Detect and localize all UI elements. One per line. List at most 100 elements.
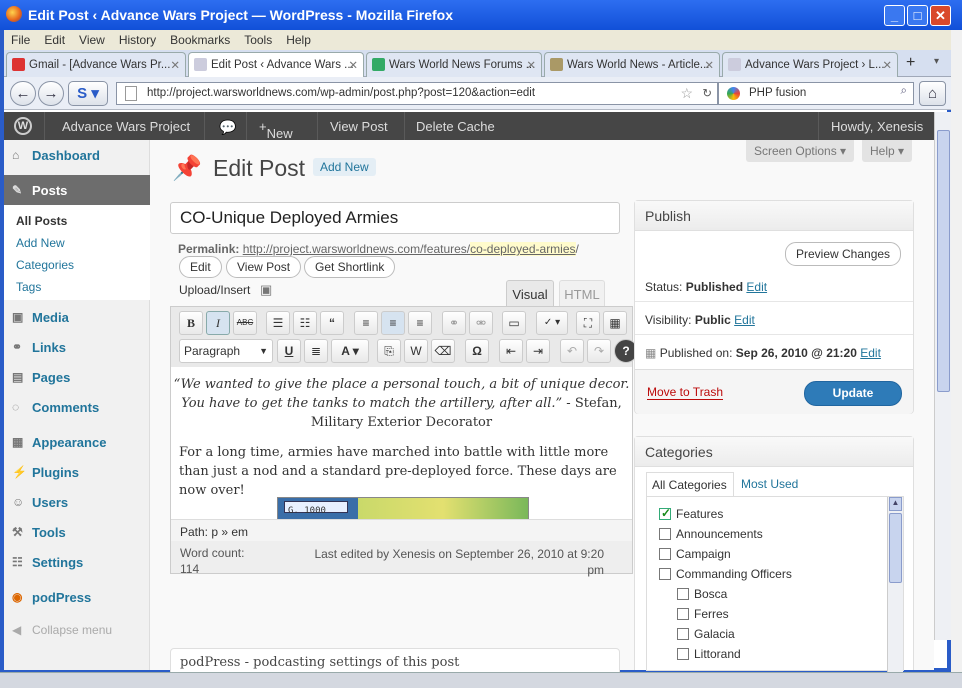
skype-icon[interactable]: S ▾ <box>68 81 108 106</box>
checkbox-checked[interactable]: ✓ <box>659 506 671 520</box>
checkbox[interactable] <box>677 608 689 620</box>
sidebar-sub-tags[interactable]: Tags <box>16 280 41 294</box>
sidebar-item-posts[interactable]: ✎ Posts <box>4 175 150 205</box>
category-ferres[interactable]: Ferres <box>677 607 729 621</box>
search-bar[interactable]: PHP fusion ⌕ <box>718 82 914 105</box>
underline-button[interactable]: U <box>277 339 301 363</box>
sidebar-item-users[interactable]: ☺ Users <box>4 487 150 517</box>
insert-more-icon[interactable]: ▭ <box>502 311 526 335</box>
bold-button[interactable]: B <box>179 311 203 335</box>
editor-content[interactable]: “We wanted to give the place a personal … <box>171 367 632 519</box>
sidebar-sub-add-new[interactable]: Add New <box>16 236 65 250</box>
category-scrollbar[interactable]: ▲ <box>887 497 903 672</box>
close-tab-icon[interactable]: ✕ <box>348 58 358 72</box>
redo-icon[interactable]: ↷ <box>587 339 611 363</box>
checkbox[interactable] <box>659 528 671 540</box>
scrollbar-thumb[interactable] <box>937 130 950 392</box>
sidebar-item-dashboard[interactable]: ⌂ Dashboard <box>4 140 150 170</box>
edit-permalink-button[interactable]: Edit <box>179 256 222 278</box>
menu-help[interactable]: Help <box>279 30 318 50</box>
close-window-button[interactable]: ✕ <box>930 5 951 26</box>
comment-bubble-icon[interactable]: 💬 <box>219 119 236 136</box>
justify-icon[interactable]: ≣ <box>304 339 328 363</box>
permalink-base[interactable]: http://project.warsworldnews.com/feature… <box>243 242 470 256</box>
category-bosca[interactable]: Bosca <box>677 587 727 601</box>
menu-history[interactable]: History <box>112 30 163 50</box>
tab-gmail[interactable]: Gmail - [Advance Wars Pr... ✕ <box>6 52 186 77</box>
menu-edit[interactable]: Edit <box>37 30 72 50</box>
fullscreen-icon[interactable]: ⛶ <box>576 311 600 335</box>
close-tab-icon[interactable]: ✕ <box>170 58 180 72</box>
category-littorand[interactable]: Littorand <box>677 647 741 661</box>
align-center-icon[interactable]: ≡ <box>381 311 405 335</box>
tab-edit-post[interactable]: Edit Post ‹ Advance Wars ... ✕ <box>188 52 364 77</box>
tab-visual[interactable]: Visual <box>506 280 554 306</box>
add-media-icon[interactable]: ▣ <box>260 282 272 298</box>
strikethrough-button[interactable]: ABC <box>233 311 257 335</box>
adminbar-site-link[interactable]: Advance Wars Project <box>62 119 190 134</box>
tab-list-icon[interactable]: ▾ <box>934 56 939 67</box>
adminbar-delete-cache[interactable]: Delete Cache <box>416 119 495 134</box>
move-to-trash-link[interactable]: Move to Trash <box>647 385 724 400</box>
screen-options-button[interactable]: Screen Options ▾ <box>746 140 855 162</box>
checkbox[interactable] <box>659 548 671 560</box>
tab-project[interactable]: Advance Wars Project › L... ✕ <box>722 52 898 77</box>
minimize-button[interactable]: _ <box>884 5 905 26</box>
menu-view[interactable]: View <box>72 30 112 50</box>
align-right-icon[interactable]: ≡ <box>408 311 432 335</box>
new-tab-button[interactable]: + <box>906 54 915 72</box>
remove-format-icon[interactable]: ⌫ <box>431 339 455 363</box>
sidebar-item-podpress[interactable]: ◉ podPress <box>4 582 150 612</box>
sidebar-item-tools[interactable]: ⚒ Tools <box>4 517 150 547</box>
tab-forums[interactable]: Wars World News Forums ... ✕ <box>366 52 542 77</box>
spellcheck-icon[interactable]: ✓ ▾ <box>536 311 568 335</box>
back-button[interactable]: ← <box>10 81 36 106</box>
preview-changes-button[interactable]: Preview Changes <box>785 242 902 266</box>
checkbox[interactable] <box>677 628 689 640</box>
checkbox[interactable] <box>677 648 689 660</box>
category-galacia[interactable]: Galacia <box>677 627 735 641</box>
special-char-icon[interactable]: Ω <box>465 339 489 363</box>
permalink-slug[interactable]: co-deployed-armies <box>470 242 576 256</box>
unlink-icon[interactable]: ⚮ <box>469 311 493 335</box>
adminbar-new[interactable]: + New <box>259 119 293 141</box>
help-button[interactable]: Help ▾ <box>862 140 913 162</box>
menu-file[interactable]: File <box>4 30 37 50</box>
home-icon[interactable]: ⌂ <box>919 81 946 106</box>
reload-icon[interactable]: ↻ <box>702 86 712 100</box>
add-new-button[interactable]: Add New <box>313 158 376 176</box>
category-campaign[interactable]: Campaign <box>659 547 731 561</box>
game-screenshot-image[interactable]: G. 1000 <box>277 497 529 519</box>
close-tab-icon[interactable]: ✕ <box>526 58 536 72</box>
wordpress-logo-icon[interactable]: W <box>14 117 32 135</box>
undo-icon[interactable]: ↶ <box>560 339 584 363</box>
maximize-button[interactable]: □ <box>907 5 928 26</box>
italic-button[interactable]: I <box>206 311 230 335</box>
adminbar-howdy[interactable]: Howdy, Xenesis <box>831 119 923 134</box>
align-left-icon[interactable]: ≡ <box>354 311 378 335</box>
paste-text-icon[interactable]: ⎘ <box>377 339 401 363</box>
edit-visibility-link[interactable]: Edit <box>734 313 755 327</box>
get-shortlink-button[interactable]: Get Shortlink <box>304 256 396 278</box>
adminbar-view-post[interactable]: View Post <box>330 119 388 134</box>
update-button[interactable]: Update <box>804 381 902 406</box>
kitchen-sink-icon[interactable]: ▦ <box>603 311 627 335</box>
close-tab-icon[interactable]: ✕ <box>704 58 714 72</box>
category-features[interactable]: ✓ Features <box>659 506 723 521</box>
category-scroll-thumb[interactable] <box>889 513 902 583</box>
numbered-list-icon[interactable]: ☷ <box>293 311 317 335</box>
page-scrollbar[interactable] <box>934 112 951 640</box>
sidebar-item-settings[interactable]: ☷ Settings <box>4 547 150 577</box>
tab-articles[interactable]: Wars World News - Article... ✕ <box>544 52 720 77</box>
url-bar[interactable]: http://project.warsworldnews.com/wp-admi… <box>116 82 718 105</box>
close-tab-icon[interactable]: ✕ <box>882 58 892 72</box>
sidebar-item-comments[interactable]: ◌ Comments <box>4 392 150 422</box>
checkbox[interactable] <box>677 588 689 600</box>
text-color-icon[interactable]: A ▾ <box>331 339 369 363</box>
sidebar-item-appearance[interactable]: ▦ Appearance <box>4 427 150 457</box>
view-post-button[interactable]: View Post <box>226 256 302 278</box>
tab-html[interactable]: HTML <box>559 280 605 306</box>
bookmark-star-icon[interactable]: ☆ <box>680 85 693 102</box>
forward-button[interactable]: → <box>38 81 64 106</box>
menu-tools[interactable]: Tools <box>237 30 279 50</box>
